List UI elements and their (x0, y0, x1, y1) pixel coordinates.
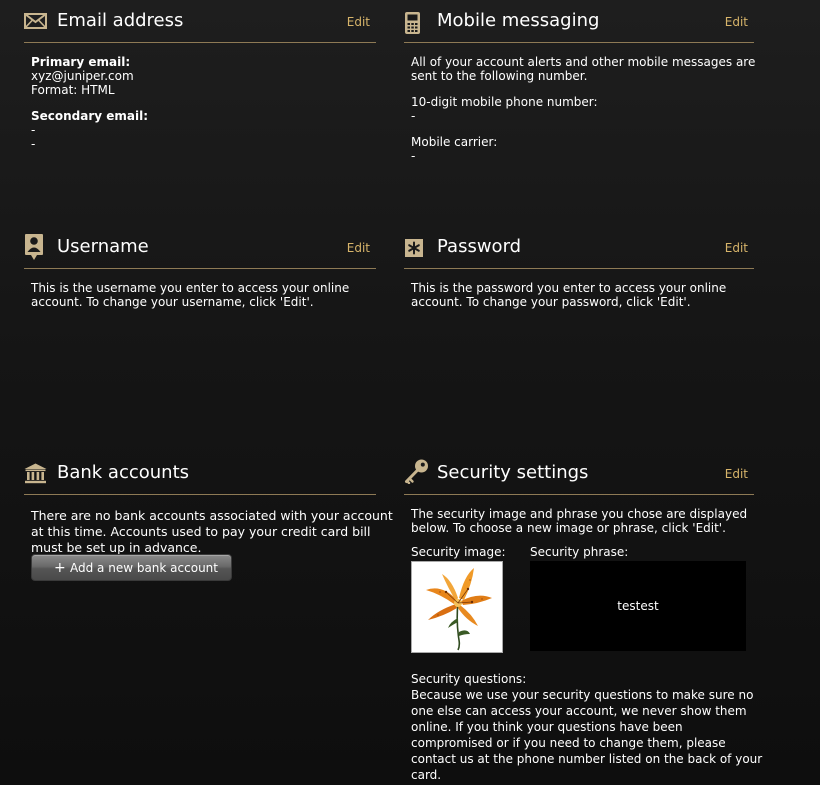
email-title: Email address (57, 10, 184, 31)
mobile-carrier-value: - (411, 149, 416, 163)
username-body: This is the username you enter to access… (24, 269, 376, 309)
bank-header: Bank accounts (24, 462, 376, 495)
security-questions-line-2: one else can access your account, we nev… (411, 704, 747, 718)
email-edit-link[interactable]: Edit (347, 14, 370, 30)
bank-desc-line-1: There are no bank accounts associated wi… (31, 508, 393, 523)
bank-icon (24, 463, 48, 489)
key-icon (404, 458, 428, 484)
bank-desc-line-2: at this time. Accounts used to pay your … (31, 524, 371, 539)
phone-icon (404, 11, 428, 37)
secondary-email-value: - (31, 123, 36, 137)
phone-number-value: - (411, 109, 416, 123)
username-header: Username Edit (24, 233, 376, 269)
email-format: Format: HTML (31, 83, 115, 97)
add-bank-account-label: Add a new bank account (70, 561, 218, 575)
mobile-header: Mobile messaging Edit (404, 10, 754, 43)
mobile-section: Mobile messaging Edit All of your accoun… (404, 10, 756, 163)
security-body: The security image and phrase you chose … (404, 495, 763, 783)
security-questions-line-3: online. If you think your questions have… (411, 720, 683, 734)
lily-flower-image (426, 568, 492, 651)
mobile-carrier-label: Mobile carrier: (411, 135, 498, 149)
username-desc-line-1: This is the username you enter to access… (31, 281, 350, 295)
envelope-icon (24, 13, 48, 39)
primary-email-value: xyz@juniper.com (31, 69, 134, 83)
mobile-intro-line-2: sent to the following number. (411, 69, 588, 83)
username-section: Username Edit This is the username you e… (24, 233, 376, 309)
security-desc-line-1: The security image and phrase you chose … (411, 507, 748, 521)
phone-number-label: 10-digit mobile phone number: (411, 95, 598, 109)
security-title: Security settings (437, 462, 589, 483)
password-title: Password (437, 236, 522, 257)
password-header: Password Edit (404, 236, 754, 269)
security-questions-line-6: card. (411, 768, 442, 782)
email-header: Email address Edit (24, 10, 376, 43)
plus-icon: + (54, 560, 66, 576)
username-desc-line-2: account. To change your username, click … (31, 295, 314, 309)
mobile-intro-line-1: All of your account alerts and other mob… (411, 55, 756, 69)
security-section: Security settings Edit The security imag… (404, 459, 763, 783)
email-body: Primary email: xyz@juniper.com Format: H… (24, 43, 376, 151)
security-labels-row: Security image: Security phrase: (411, 545, 754, 561)
security-phrase-value: testest (617, 599, 659, 613)
security-image-label: Security image: (411, 545, 506, 559)
security-desc-line-2: below. To choose a new image or phrase, … (411, 521, 726, 535)
password-desc-line-2: account. To change your password, click … (411, 295, 691, 309)
security-phrase-label: Security phrase: (530, 545, 629, 559)
security-image (411, 561, 503, 653)
primary-email-label: Primary email: (31, 55, 131, 69)
mobile-title: Mobile messaging (437, 10, 600, 31)
user-badge-icon (24, 233, 48, 260)
password-desc-line-1: This is the password you enter to access… (411, 281, 727, 295)
username-edit-link[interactable]: Edit (347, 240, 370, 256)
security-visuals: testest (411, 561, 754, 657)
mobile-edit-link[interactable]: Edit (725, 14, 748, 30)
security-questions-label: Security questions: (411, 672, 527, 686)
password-edit-link[interactable]: Edit (725, 240, 748, 256)
security-questions-line-1: Because we use your security questions t… (411, 688, 754, 702)
secondary-email-format: - (31, 137, 36, 151)
secondary-email-label: Secondary email: (31, 109, 149, 123)
bank-title: Bank accounts (57, 462, 190, 483)
asterisk-icon (404, 238, 428, 264)
username-title: Username (57, 236, 149, 257)
security-edit-link[interactable]: Edit (725, 466, 748, 482)
email-section: Email address Edit Primary email: xyz@ju… (24, 10, 376, 151)
password-section: Password Edit This is the password you e… (404, 236, 754, 309)
bank-section: Bank accounts There are no bank accounts… (24, 462, 393, 602)
add-bank-account-button[interactable]: + Add a new bank account (31, 554, 232, 581)
password-body: This is the password you enter to access… (404, 269, 754, 309)
security-questions: Security questions: Because we use your … (411, 671, 763, 783)
security-header: Security settings Edit (404, 459, 754, 495)
mobile-body: All of your account alerts and other mob… (404, 43, 756, 163)
security-phrase-box: testest (530, 561, 746, 651)
security-questions-line-4: compromised or if you need to change the… (411, 736, 726, 750)
bank-body: There are no bank accounts associated wi… (24, 495, 393, 556)
security-questions-line-5: contact us at the phone number listed on… (411, 752, 763, 766)
